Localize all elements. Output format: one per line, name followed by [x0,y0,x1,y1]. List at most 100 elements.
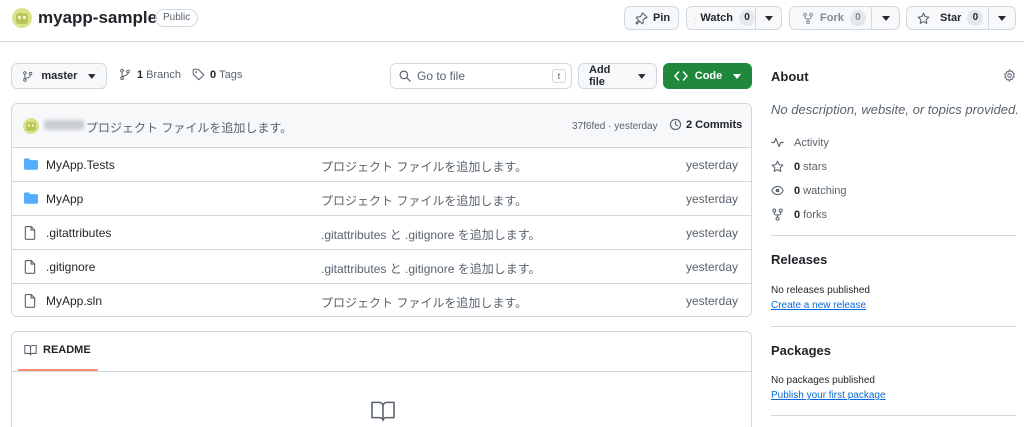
repo-owner-avatar[interactable] [12,8,32,28]
file-row[interactable]: MyApp プロジェクト ファイルを追加します。 yesterday [12,182,751,216]
commit-author-name-blurred[interactable] [44,120,84,130]
go-to-file-input[interactable] [417,69,547,83]
file-commit-date: yesterday [685,294,738,308]
packages-empty-note: No packages published [771,375,875,386]
watching-link[interactable]: 0 watching [771,184,847,197]
file-name-link[interactable]: .gitattributes [46,226,111,240]
forks-label: forks [803,208,827,221]
file-row[interactable]: .gitignore .gitattributes と .gitignore を… [12,250,751,284]
about-heading: About [771,69,809,84]
pin-icon [635,11,648,25]
star-count: 0 [967,10,984,26]
book-icon [24,345,37,356]
branch-name: master [41,70,78,82]
star-button[interactable]: Star 0 [907,7,988,29]
readme-tab[interactable]: README [24,344,91,356]
file-row[interactable]: MyApp.sln プロジェクト ファイルを追加します。 yesterday [12,284,751,316]
pin-button[interactable]: Pin [624,6,679,30]
eye-icon [771,185,784,196]
fork-icon [772,208,783,221]
eye-icon [695,17,697,19]
file-icon [24,226,36,240]
stars-count: 0 [794,160,801,173]
add-file-button[interactable]: Add file [578,63,657,89]
file-commit-message[interactable]: プロジェクト ファイルを追加します。 [321,158,527,175]
file-icon [24,260,36,274]
watching-count: 0 [794,184,801,197]
chevron-down-icon [997,15,1006,21]
star-button-group: Star 0 [906,6,1016,30]
forks-link[interactable]: 0 forks [771,208,827,221]
star-dropdown-toggle[interactable] [987,7,1015,29]
fork-label: Fork [820,12,844,24]
forks-count: 0 [794,208,801,221]
chevron-down-icon [733,73,742,79]
releases-empty-note: No releases published [771,285,870,296]
file-list: MyApp.Tests プロジェクト ファイルを追加します。 yesterday… [12,148,751,316]
file-row[interactable]: MyApp.Tests プロジェクト ファイルを追加します。 yesterday [12,148,751,182]
file-commit-message[interactable]: プロジェクト ファイルを追加します。 [321,192,527,209]
code-label: Code [694,70,723,82]
readme-divider [12,371,751,372]
watch-dropdown-toggle[interactable] [755,7,781,29]
commit-message-link[interactable]: プロジェクト ファイルを追加します。 [86,119,292,136]
star-icon [917,12,930,24]
activity-link[interactable]: Activity [771,136,829,149]
branch-selector[interactable]: master [11,63,107,89]
gear-icon[interactable] [1003,69,1016,82]
file-name-link[interactable]: MyApp.sln [46,294,102,308]
file-name-link[interactable]: MyApp.Tests [46,158,115,172]
fork-dropdown-toggle[interactable] [871,7,899,29]
file-commit-message[interactable]: .gitattributes と .gitignore を追加します。 [321,260,541,277]
commit-sha-time[interactable]: 37f6fed · yesterday [572,121,658,132]
watch-label: Watch [700,12,733,24]
file-commit-date: yesterday [685,260,738,274]
latest-commit-bar: プロジェクト ファイルを追加します。 37f6fed · yesterday 2… [12,104,751,148]
history-icon [669,118,682,131]
commit-author-avatar[interactable] [23,118,39,134]
file-row[interactable]: .gitattributes .gitattributes と .gitigno… [12,216,751,250]
publish-package-link[interactable]: Publish your first package [771,390,886,401]
file-commit-date: yesterday [685,158,738,172]
file-commit-message[interactable]: プロジェクト ファイルを追加します。 [321,294,527,311]
fork-count: 0 [849,10,866,26]
file-name-link[interactable]: .gitignore [46,260,95,274]
book-icon [370,400,396,422]
fork-button[interactable]: Fork 0 [790,7,871,29]
commits-history-link[interactable]: 2 Commits [669,118,742,131]
branch-icon [120,68,130,81]
folder-icon [24,158,38,170]
activity-label: Activity [794,136,829,149]
sidebar-divider [771,235,1016,236]
chevron-down-icon [881,15,890,21]
visibility-badge: Public [155,9,199,27]
pulse-icon [771,137,784,148]
readme-panel: README [11,331,752,427]
tags-link[interactable]: 0 Tags [192,68,242,81]
search-icon [399,70,411,82]
repo-header: myapp-sample Public Pin Watch 0 Fork 0 S… [0,0,1024,42]
code-button[interactable]: Code [663,63,752,89]
watch-button-group: Watch 0 [686,6,782,30]
watching-label: watching [803,184,847,197]
file-commit-date: yesterday [685,226,738,240]
watch-button[interactable]: Watch 0 [687,7,755,29]
stars-label: stars [803,160,827,173]
branches-link[interactable]: 1 Branch [119,68,181,81]
stars-link[interactable]: 0 stars [771,160,827,173]
chevron-down-icon [88,73,96,79]
add-file-label: Add file [589,64,611,88]
repo-name-link[interactable]: myapp-sample [38,7,157,29]
create-release-link[interactable]: Create a new release [771,300,866,311]
file-commit-message[interactable]: .gitattributes と .gitignore を追加します。 [321,226,541,243]
file-commit-date: yesterday [685,192,738,206]
pin-label: Pin [653,12,671,24]
file-name-link[interactable]: MyApp [46,192,83,206]
packages-heading[interactable]: Packages [771,343,831,358]
branch-count: 1 [137,68,144,81]
branch-label: Branch [146,68,181,81]
file-browser: プロジェクト ファイルを追加します。 37f6fed · yesterday 2… [11,103,752,317]
sidebar-divider [771,326,1016,327]
tag-icon [192,68,205,81]
releases-heading[interactable]: Releases [771,252,827,267]
